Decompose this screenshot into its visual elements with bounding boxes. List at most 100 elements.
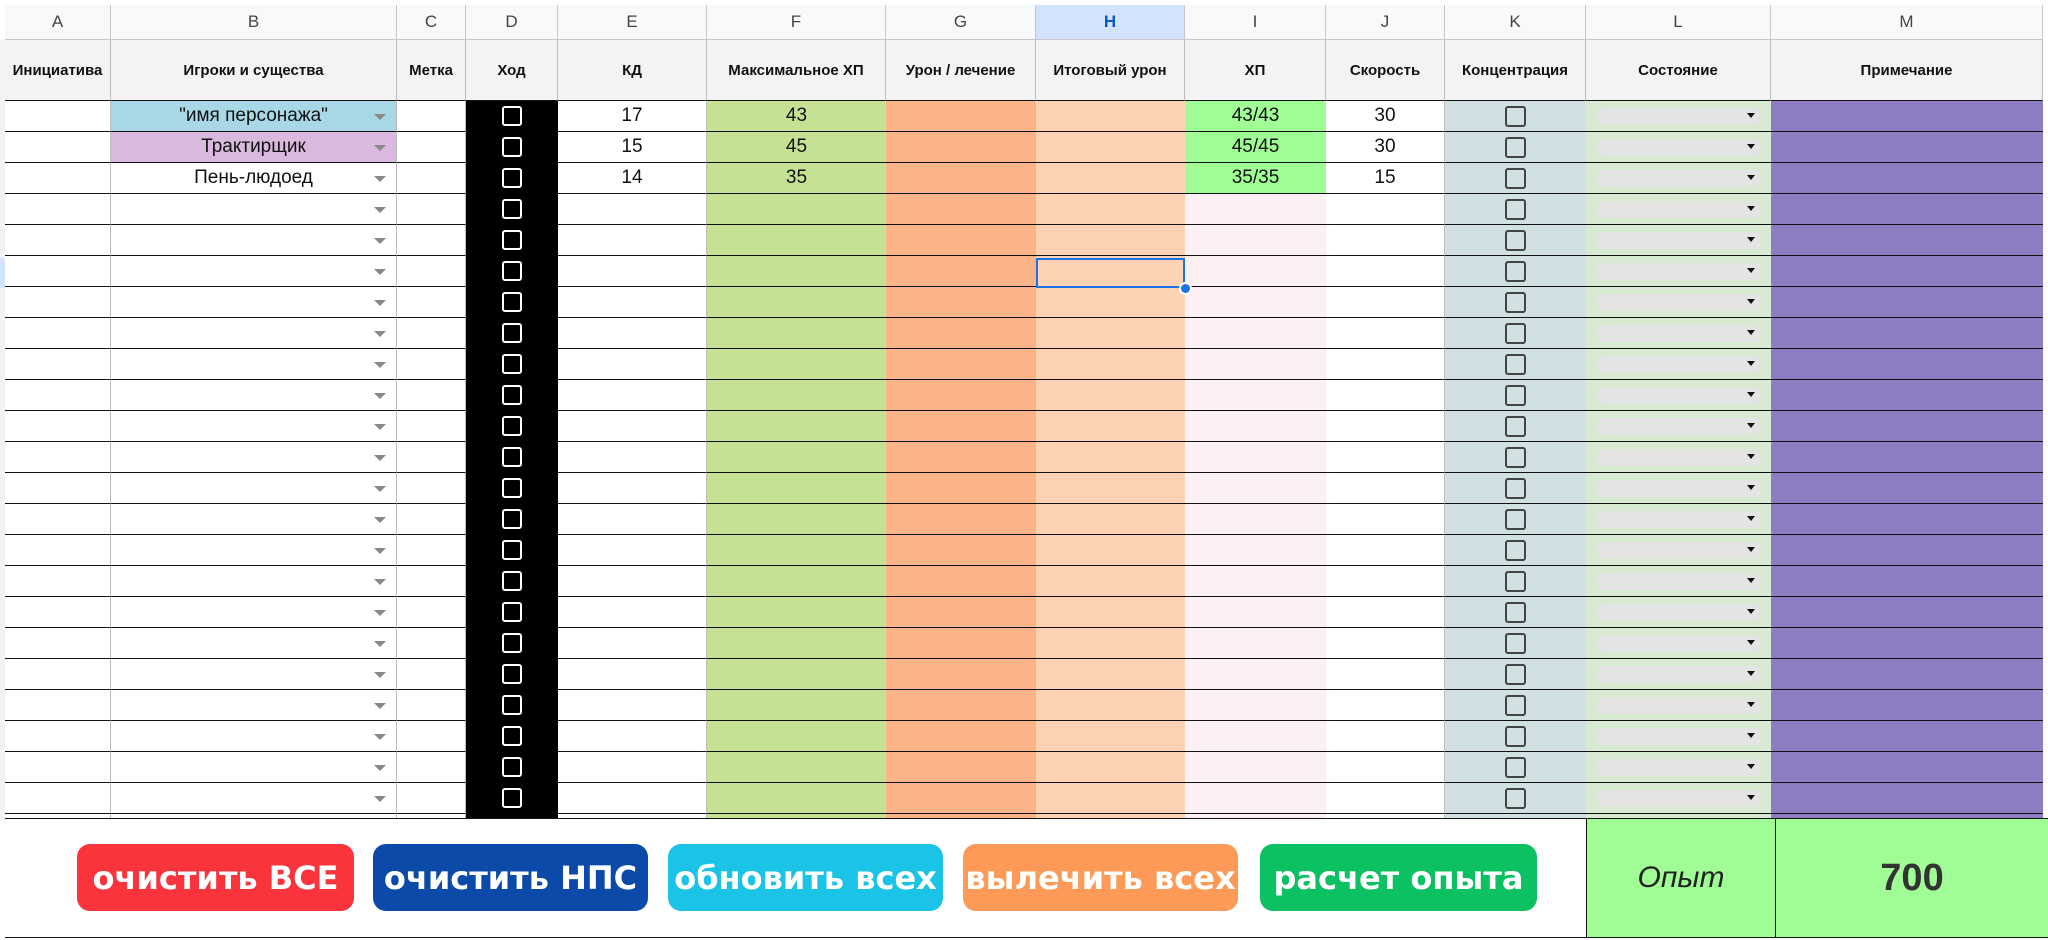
speed-cell[interactable]: 30 [1326,101,1445,132]
column-letter-e[interactable]: E [558,5,707,40]
concentration-checkbox[interactable] [1505,229,1526,251]
creature-name-dropdown[interactable] [111,287,397,318]
turn-checkbox[interactable] [502,478,522,498]
damage-heal-cell[interactable] [886,256,1036,287]
total-damage-cell[interactable] [1036,442,1185,473]
initiative-cell[interactable] [5,349,111,380]
note-cell[interactable] [1771,380,2043,411]
total-damage-cell[interactable] [1036,535,1185,566]
creature-name-dropdown[interactable] [111,256,397,287]
turn-checkbox[interactable] [502,230,522,250]
max-hp-cell[interactable] [707,783,886,814]
concentration-checkbox[interactable] [1505,136,1526,158]
initiative-cell[interactable] [5,721,111,752]
concentration-checkbox[interactable] [1505,570,1526,592]
column-letter-j[interactable]: J [1326,5,1445,40]
concentration-checkbox[interactable] [1505,477,1526,499]
speed-cell[interactable] [1326,349,1445,380]
condition-dropdown[interactable] [1596,511,1761,528]
creature-name-dropdown[interactable] [111,690,397,721]
turn-checkbox[interactable] [502,509,522,529]
speed-cell[interactable] [1326,721,1445,752]
refresh-all-button[interactable]: обновить всех [668,844,943,911]
concentration-checkbox[interactable] [1505,446,1526,468]
turn-checkbox[interactable] [502,416,522,436]
tag-cell[interactable] [397,132,466,163]
column-letter-g[interactable]: G [886,5,1036,40]
creature-name-dropdown[interactable] [111,318,397,349]
speed-cell[interactable] [1326,690,1445,721]
initiative-cell[interactable] [5,659,111,690]
concentration-checkbox[interactable] [1505,353,1526,375]
turn-checkbox[interactable] [502,385,522,405]
hp-cell[interactable] [1185,597,1326,628]
max-hp-cell[interactable] [707,380,886,411]
hp-cell[interactable] [1185,411,1326,442]
max-hp-cell[interactable] [707,752,886,783]
max-hp-cell[interactable] [707,597,886,628]
creature-name-dropdown[interactable] [111,566,397,597]
max-hp-cell[interactable] [707,318,886,349]
creature-name-dropdown[interactable] [111,380,397,411]
damage-heal-cell[interactable] [886,473,1036,504]
note-cell[interactable] [1771,752,2043,783]
clear-all-button[interactable]: очистить ВСЕ [77,844,354,911]
concentration-checkbox[interactable] [1505,508,1526,530]
speed-cell[interactable] [1326,535,1445,566]
note-cell[interactable] [1771,349,2043,380]
max-hp-cell[interactable] [707,473,886,504]
concentration-checkbox[interactable] [1505,260,1526,282]
damage-heal-cell[interactable] [886,101,1036,132]
condition-dropdown[interactable] [1596,635,1761,652]
damage-heal-cell[interactable] [886,287,1036,318]
creature-name-dropdown[interactable] [111,783,397,814]
condition-dropdown[interactable] [1596,728,1761,745]
creature-name-dropdown[interactable] [111,752,397,783]
ac-cell[interactable] [558,318,707,349]
max-hp-cell[interactable] [707,566,886,597]
initiative-cell[interactable] [5,752,111,783]
ac-cell[interactable] [558,721,707,752]
damage-heal-cell[interactable] [886,721,1036,752]
tag-cell[interactable] [397,597,466,628]
initiative-cell[interactable] [5,597,111,628]
fill-handle[interactable] [1179,282,1192,295]
tag-cell[interactable] [397,504,466,535]
turn-checkbox[interactable] [502,602,522,622]
concentration-checkbox[interactable] [1505,105,1526,127]
ac-cell[interactable] [558,225,707,256]
total-damage-cell[interactable] [1036,752,1185,783]
note-cell[interactable] [1771,473,2043,504]
creature-name-dropdown[interactable] [111,597,397,628]
condition-dropdown[interactable] [1596,325,1761,342]
hp-cell[interactable] [1185,659,1326,690]
note-cell[interactable] [1771,566,2043,597]
condition-dropdown[interactable] [1596,449,1761,466]
speed-cell[interactable] [1326,628,1445,659]
max-hp-cell[interactable] [707,442,886,473]
note-cell[interactable] [1771,442,2043,473]
total-damage-cell[interactable] [1036,380,1185,411]
concentration-checkbox[interactable] [1505,198,1526,220]
condition-dropdown[interactable] [1596,573,1761,590]
speed-cell[interactable] [1326,411,1445,442]
concentration-checkbox[interactable] [1505,787,1526,809]
note-cell[interactable] [1771,597,2043,628]
total-damage-cell[interactable] [1036,101,1185,132]
condition-dropdown[interactable] [1596,232,1761,249]
tag-cell[interactable] [397,194,466,225]
ac-cell[interactable] [558,690,707,721]
damage-heal-cell[interactable] [886,318,1036,349]
max-hp-cell[interactable] [707,721,886,752]
tag-cell[interactable] [397,690,466,721]
speed-cell[interactable] [1326,783,1445,814]
initiative-cell[interactable] [5,566,111,597]
damage-heal-cell[interactable] [886,566,1036,597]
max-hp-cell[interactable] [707,535,886,566]
ac-cell[interactable] [558,566,707,597]
total-damage-cell[interactable] [1036,256,1185,287]
turn-checkbox[interactable] [502,106,522,126]
hp-cell[interactable] [1185,225,1326,256]
ac-cell[interactable]: 14 [558,163,707,194]
ac-cell[interactable] [558,628,707,659]
